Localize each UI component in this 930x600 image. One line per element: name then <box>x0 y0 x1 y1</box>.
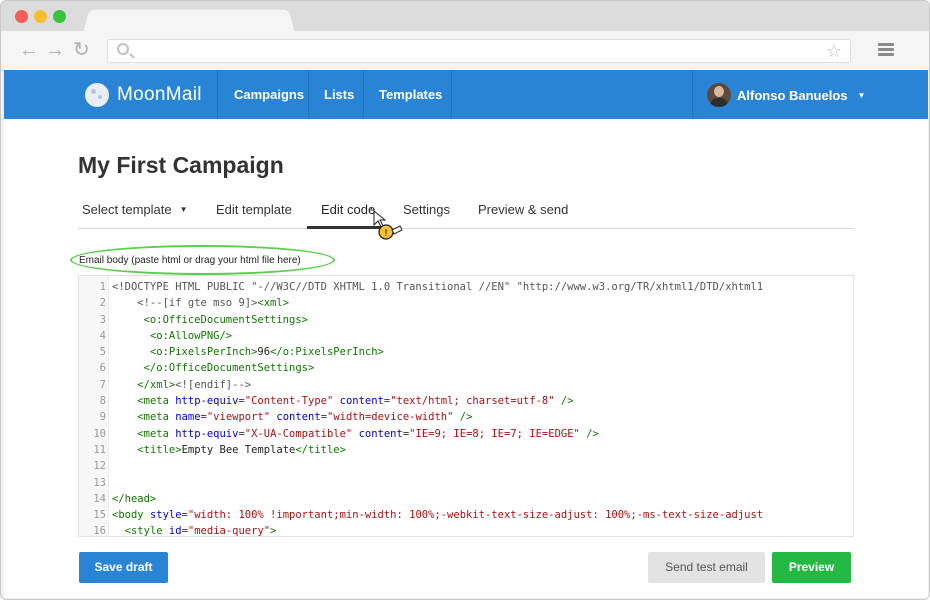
svg-text:!: ! <box>384 228 388 239</box>
address-bar[interactable]: ☆ <box>107 39 851 63</box>
star-icon[interactable]: ☆ <box>826 41 842 61</box>
menu-icon[interactable] <box>878 43 894 57</box>
preview-button[interactable]: Preview <box>772 552 851 583</box>
line-number: 6 <box>99 362 106 375</box>
search-icon <box>117 43 129 55</box>
tab-edit-code[interactable]: Edit code <box>321 202 375 217</box>
line-number: 11 <box>93 443 106 456</box>
code-line: 6 </o:OfficeDocumentSettings> <box>79 360 853 376</box>
email-body-label: Email body (paste html or drag your html… <box>79 255 301 266</box>
nav-lists[interactable]: Lists <box>324 70 354 119</box>
tab-settings[interactable]: Settings <box>403 202 450 217</box>
line-number: 4 <box>99 329 106 342</box>
campaign-tabs: Select template ▼ Edit template Edit code… <box>78 198 854 229</box>
code-line: 9 <meta name="viewport" content="width=d… <box>79 409 853 425</box>
nav-divider <box>451 70 452 119</box>
chevron-down-icon: ▼ <box>179 205 188 214</box>
line-number: 12 <box>93 460 106 473</box>
code-lines: 1 <!DOCTYPE HTML PUBLIC "-//W3C//DTD XHTM… <box>79 279 853 537</box>
line-number: 13 <box>93 476 106 489</box>
line-number: 8 <box>99 395 106 408</box>
app-logo[interactable]: MoonMail <box>85 82 202 108</box>
minimize-window-button[interactable] <box>34 10 47 23</box>
code-line: 16 <style id="media-query"> <box>79 523 853 537</box>
code-line: 10 <meta http-equiv="X-UA-Compatible" co… <box>79 426 853 442</box>
app-name: MoonMail <box>117 84 202 105</box>
nav-divider <box>363 70 364 119</box>
code-line: 14 </head> <box>79 491 853 507</box>
browser-window: ← → ↻ ☆ MoonMail Campaigns Lists Templat… <box>0 0 930 600</box>
line-number: 5 <box>99 346 106 359</box>
nav-templates[interactable]: Templates <box>379 70 442 119</box>
line-number: 14 <box>93 492 106 505</box>
nav-divider <box>217 70 218 119</box>
line-number: 1 <box>99 281 106 293</box>
save-draft-button[interactable]: Save draft <box>79 552 168 583</box>
drag-cursor-icon: ! <box>370 208 403 240</box>
code-line: 7 </xml><![endif]--> <box>79 377 853 393</box>
nav-divider <box>308 70 309 119</box>
code-line: 8 <meta http-equiv="Content-Type" conten… <box>79 393 853 409</box>
tab-preview-send[interactable]: Preview & send <box>478 202 568 217</box>
line-number: 7 <box>99 378 106 391</box>
user-name: Alfonso Banuelos <box>737 87 848 103</box>
chevron-down-icon: ▼ <box>857 90 866 100</box>
app-header: MoonMail Campaigns Lists Templates Alfon… <box>4 70 928 119</box>
nav-campaigns[interactable]: Campaigns <box>234 70 304 119</box>
line-number: 15 <box>93 509 106 522</box>
app-page: MoonMail Campaigns Lists Templates Alfon… <box>4 70 928 598</box>
code-line: 15 <body style="width: 100% !important;mi… <box>79 507 853 523</box>
browser-toolbar: ← → ↻ ☆ <box>1 31 929 71</box>
tab-select-template[interactable]: Select template ▼ <box>82 202 188 217</box>
maximize-window-button[interactable] <box>53 10 66 23</box>
line-number: 2 <box>99 297 106 310</box>
code-line: 3 <o:OfficeDocumentSettings> <box>79 312 853 328</box>
line-number: 3 <box>99 313 106 326</box>
code-line: 4 <o:AllowPNG/> <box>79 328 853 344</box>
line-number: 10 <box>93 427 106 440</box>
code-line: 11 <title>Empty Bee Template</title> <box>79 442 853 458</box>
nav-divider <box>692 70 693 119</box>
browser-titlebar <box>1 1 929 35</box>
tab-label: Select template <box>82 202 172 217</box>
code-editor[interactable]: 1 <!DOCTYPE HTML PUBLIC "-//W3C//DTD XHTM… <box>78 275 854 537</box>
code-line: 5 <o:PixelsPerInch>96</o:PixelsPerInch> <box>79 344 853 360</box>
send-test-email-button[interactable]: Send test email <box>648 552 765 583</box>
moon-logo-icon <box>85 83 109 107</box>
code-line: 1 <!DOCTYPE HTML PUBLIC "-//W3C//DTD XHTM… <box>79 279 853 295</box>
code-line: 2 <!--[if gte mso 9]><xml> <box>79 295 853 311</box>
page-title: My First Campaign <box>78 152 284 178</box>
reload-icon[interactable]: ↻ <box>73 40 90 60</box>
code-line: 13 <box>79 475 853 491</box>
avatar <box>707 83 731 107</box>
close-window-button[interactable] <box>15 10 28 23</box>
line-number: 9 <box>99 411 106 424</box>
back-arrow-icon[interactable]: ← <box>19 40 39 60</box>
forward-arrow-icon[interactable]: → <box>45 40 65 60</box>
line-number: 16 <box>93 525 106 537</box>
tab-edit-template[interactable]: Edit template <box>216 202 292 217</box>
user-menu[interactable]: Alfonso Banuelos ▼ <box>707 82 865 108</box>
code-line: 12 <box>79 458 853 474</box>
